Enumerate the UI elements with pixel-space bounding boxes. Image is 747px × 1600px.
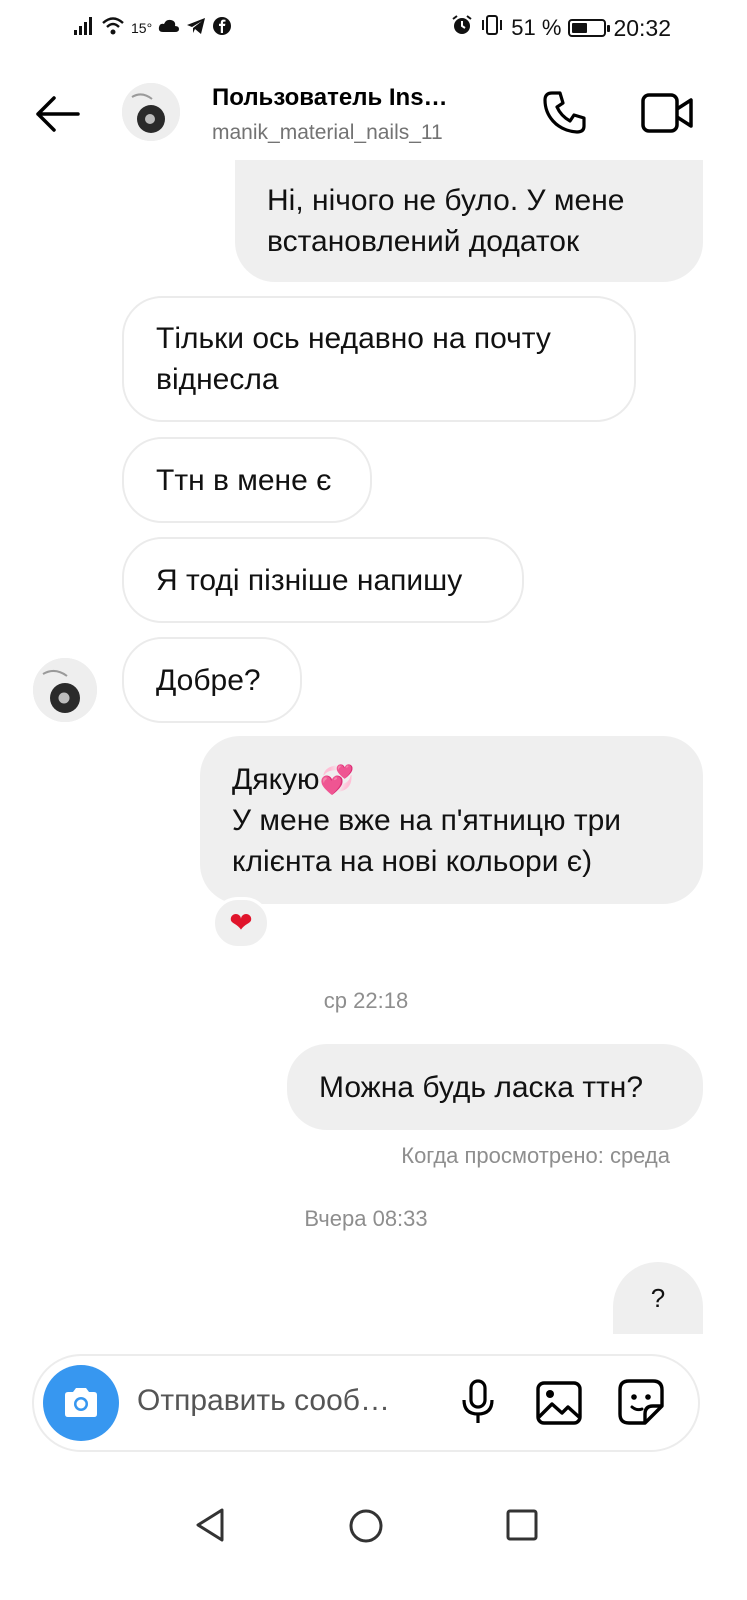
telegram-icon xyxy=(186,17,206,40)
header-avatar[interactable] xyxy=(122,83,180,141)
facebook-icon xyxy=(212,16,232,41)
message-text: клієнта на нові кольори є) xyxy=(232,844,593,878)
cloud-icon xyxy=(158,19,180,38)
circle-home-icon xyxy=(349,1509,383,1543)
message-text: Ттн в мене є xyxy=(156,463,332,497)
status-bar-left: 15° xyxy=(73,14,232,42)
message-bubble-incoming[interactable]: Я тоді пізніше напишу xyxy=(122,537,524,623)
battery-icon xyxy=(568,19,611,37)
message-text: Тільки ось недавно на почту xyxy=(156,322,551,355)
message-bubble-outgoing[interactable]: Дякую💞 У мене вже на п'ятницю три клієнт… xyxy=(200,736,703,904)
contact-username[interactable]: manik_material_nails_11 xyxy=(212,121,443,145)
message-text: Дякую xyxy=(232,762,320,796)
nav-recents-button[interactable] xyxy=(502,1505,542,1545)
sticker-button[interactable] xyxy=(617,1378,665,1426)
contact-name[interactable]: Пользователь Ins… xyxy=(212,84,448,112)
message-bubble-incoming[interactable]: Ттн в мене є xyxy=(122,437,372,523)
square-recents-icon xyxy=(506,1509,538,1541)
video-call-button[interactable] xyxy=(640,92,694,134)
triangle-back-icon xyxy=(196,1508,224,1542)
message-input[interactable]: Отправить сооб… xyxy=(137,1384,390,1418)
message-text: Я тоді пізніше напишу xyxy=(156,563,463,597)
alarm-icon xyxy=(451,14,473,42)
message-bubble-outgoing[interactable]: Ні, нічого не було. У мене встановлений … xyxy=(235,160,703,282)
temperature-text: 15° xyxy=(131,20,153,36)
message-text: ? xyxy=(650,1282,666,1313)
battery-level xyxy=(572,23,588,33)
arrow-left-icon xyxy=(36,96,80,132)
wifi-icon xyxy=(101,16,125,41)
clock-text: 20:32 xyxy=(613,14,671,41)
timestamp: Вчера 08:33 xyxy=(304,1206,428,1231)
image-icon xyxy=(536,1381,582,1425)
message-bubble-outgoing[interactable]: Можна будь ласка ттн? xyxy=(287,1044,703,1130)
message-bubble-incoming[interactable]: Тільки ось недавно на почту віднесла xyxy=(122,296,636,422)
seen-status: Когда просмотрено: среда xyxy=(401,1143,670,1168)
signal-icon xyxy=(73,16,95,41)
vibrate-icon xyxy=(480,14,504,42)
nav-back-button[interactable] xyxy=(190,1505,230,1545)
message-text: Добре? xyxy=(156,663,261,697)
battery-percent-text: 51 % xyxy=(511,15,562,40)
heart-reaction[interactable]: ❤ xyxy=(212,897,270,949)
message-text: Ні, нічого не було. У мене xyxy=(267,184,625,217)
call-button[interactable] xyxy=(540,88,590,138)
sender-avatar[interactable] xyxy=(33,658,97,722)
video-camera-icon xyxy=(641,93,693,133)
message-bubble-outgoing[interactable]: ? xyxy=(613,1262,703,1334)
sticker-icon xyxy=(618,1379,664,1425)
message-text: віднесла xyxy=(156,363,279,396)
nav-home-button[interactable] xyxy=(345,1505,387,1547)
message-text: встановлений додаток xyxy=(267,225,580,258)
message-bubble-incoming[interactable]: Добре? xyxy=(122,637,302,723)
message-text: У мене вже на п'ятницю три xyxy=(232,803,622,837)
timestamp: ср 22:18 xyxy=(323,988,409,1013)
camera-button[interactable] xyxy=(43,1365,119,1441)
status-bar-right: 51 % 20:32 xyxy=(451,14,671,42)
heart-icon: ❤ xyxy=(229,907,253,938)
camera-icon xyxy=(65,1388,97,1417)
message-text: Можна будь ласка ттн? xyxy=(319,1070,644,1104)
gallery-button[interactable] xyxy=(535,1380,583,1426)
two-hearts-emoji: 💞 xyxy=(319,763,355,795)
voice-message-button[interactable] xyxy=(458,1378,498,1428)
microphone-icon xyxy=(462,1379,494,1423)
back-button[interactable] xyxy=(30,88,84,140)
phone-icon xyxy=(543,91,586,134)
